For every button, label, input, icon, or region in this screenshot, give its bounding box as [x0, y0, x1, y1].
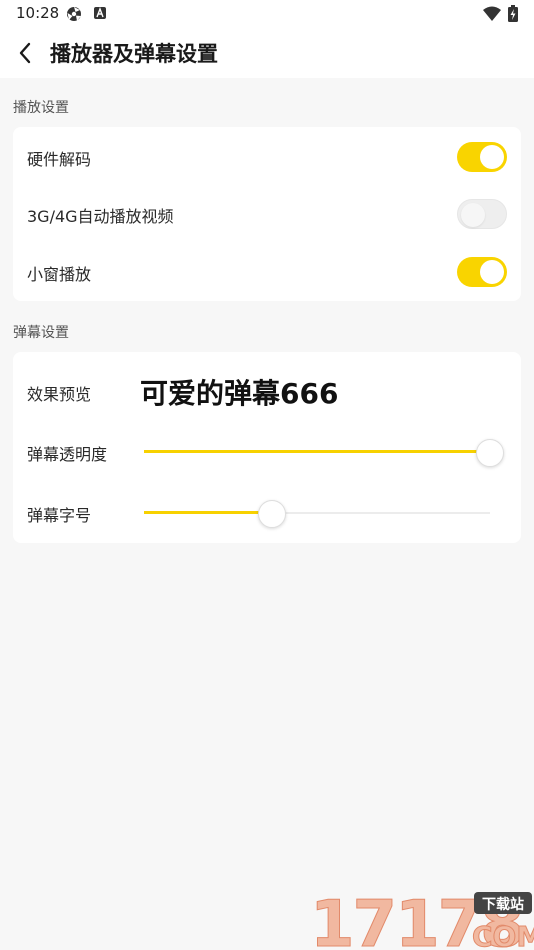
slider-fill — [144, 511, 272, 514]
setting-row-mini-window: 小窗播放 — [13, 243, 521, 300]
wifi-icon — [483, 6, 501, 21]
notification-app-icon — [94, 7, 106, 19]
watermark-tag: 下载站 — [482, 896, 524, 913]
toggle-knob — [480, 260, 504, 284]
danmaku-opacity-slider[interactable] — [144, 437, 504, 467]
setting-row-font-size: 弹幕字号 — [13, 482, 521, 542]
status-time: 10:28 — [16, 4, 60, 22]
setting-row-hardware-decoding: 硬件解码 — [13, 128, 521, 185]
danmaku-font-size-slider[interactable] — [144, 498, 490, 528]
slider-thumb[interactable] — [476, 439, 504, 467]
section-label-playback: 播放设置 — [13, 100, 69, 116]
toggle-knob — [461, 203, 485, 227]
mobile-autoplay-toggle[interactable] — [457, 199, 507, 229]
slider-fill — [144, 450, 490, 453]
mini-window-toggle[interactable] — [457, 257, 507, 287]
watermark-domain: COM — [472, 920, 534, 950]
slider-thumb[interactable] — [258, 500, 286, 528]
setting-row-preview: 效果预览 可爱的弹幕666 — [13, 352, 521, 422]
status-bar: 10:28 — [0, 0, 534, 28]
setting-row-mobile-autoplay: 3G/4G自动播放视频 — [13, 185, 521, 242]
playback-settings-card: 硬件解码 3G/4G自动播放视频 小窗播放 — [13, 127, 521, 301]
hardware-decoding-toggle[interactable] — [457, 142, 507, 172]
setting-label: 弹幕透明度 — [27, 445, 108, 464]
danmaku-settings-card: 效果预览 可爱的弹幕666 弹幕透明度 弹幕字号 — [13, 352, 521, 543]
battery-charging-icon — [508, 5, 518, 22]
section-label-danmaku: 弹幕设置 — [13, 325, 69, 341]
danmaku-preview-text: 可爱的弹幕666 — [140, 377, 339, 410]
setting-label: 小窗播放 — [27, 265, 92, 284]
setting-label: 效果预览 — [27, 385, 92, 404]
page-title: 播放器及弹幕设置 — [50, 42, 218, 66]
setting-label: 3G/4G自动播放视频 — [27, 207, 174, 226]
site-watermark-logo: 17178 下载站 COM — [310, 888, 534, 950]
sync-icon — [67, 7, 81, 21]
app-bar: 播放器及弹幕设置 — [0, 28, 534, 78]
back-arrow-icon[interactable] — [14, 38, 38, 68]
toggle-knob — [480, 145, 504, 169]
setting-label: 硬件解码 — [27, 150, 92, 169]
setting-label: 弹幕字号 — [27, 506, 92, 525]
setting-row-opacity: 弹幕透明度 — [13, 422, 521, 482]
